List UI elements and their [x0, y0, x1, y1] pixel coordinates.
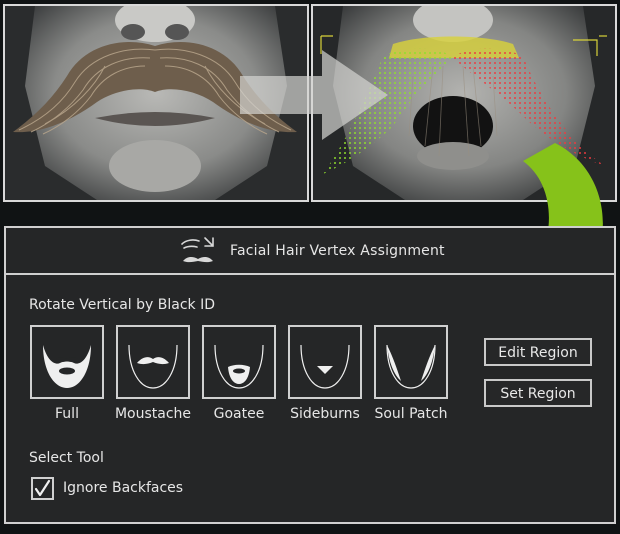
- moustache-icon: [128, 344, 178, 389]
- facial-hair-panel: Facial Hair Vertex Assignment Rotate Ver…: [4, 226, 616, 524]
- set-region-button[interactable]: Set Region: [484, 379, 592, 407]
- ignore-backfaces-label: Ignore Backfaces: [63, 480, 184, 496]
- style-tile-sideburns[interactable]: [288, 325, 362, 399]
- panel-title: Facial Hair Vertex Assignment: [230, 243, 445, 259]
- section-label-select-tool: Select Tool: [29, 450, 104, 466]
- soul-patch-icon: [386, 344, 436, 389]
- style-tile-moustache[interactable]: [116, 325, 190, 399]
- panel-header: Facial Hair Vertex Assignment: [6, 228, 614, 275]
- style-label-soul-patch: Soul Patch: [374, 406, 448, 422]
- transition-arrow-icon: [240, 50, 388, 140]
- sideburns-icon: [300, 344, 350, 389]
- style-tile-soul-patch[interactable]: [374, 325, 448, 399]
- style-tile-goatee[interactable]: [202, 325, 276, 399]
- full-beard-icon: [43, 345, 91, 388]
- checkmark-icon: [34, 479, 51, 497]
- goatee-icon: [214, 344, 264, 389]
- ignore-backfaces-checkbox[interactable]: [31, 477, 54, 500]
- style-tile-full[interactable]: [30, 325, 104, 399]
- section-label-rotate: Rotate Vertical by Black ID: [29, 297, 215, 313]
- facial-hair-icon: [181, 237, 214, 263]
- edit-region-button[interactable]: Edit Region: [484, 338, 592, 366]
